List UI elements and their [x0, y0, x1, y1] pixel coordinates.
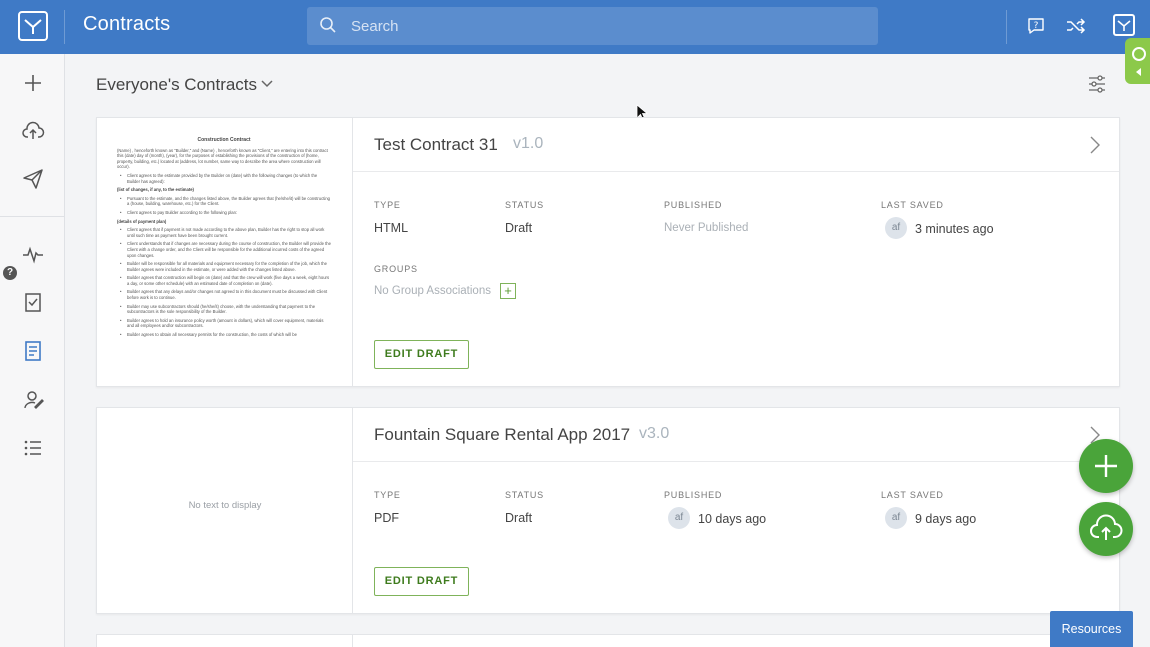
- cloud-upload-icon[interactable]: [21, 119, 45, 143]
- resources-button[interactable]: Resources: [1050, 611, 1133, 647]
- cloud-upload-icon: [1090, 514, 1123, 540]
- contracts-filter-dropdown[interactable]: Everyone's Contracts: [96, 75, 257, 95]
- document-icon[interactable]: [21, 339, 45, 363]
- contract-card: Construction Contract (Name) , hencefort…: [96, 117, 1120, 387]
- plus-icon: [1095, 455, 1117, 477]
- published-value: Never Published: [664, 222, 749, 234]
- last-saved-label: LAST SAVED: [881, 490, 944, 500]
- add-group-button[interactable]: +: [500, 283, 516, 299]
- paper-plane-icon[interactable]: [21, 167, 45, 191]
- divider: [64, 10, 65, 44]
- contract-version: v1.0: [513, 135, 544, 152]
- edit-draft-button[interactable]: EDIT DRAFT: [374, 567, 469, 596]
- preview-bullet: Client agrees to the estimate provided b…: [117, 173, 331, 184]
- search-icon: [320, 17, 336, 33]
- edit-draft-button[interactable]: EDIT DRAFT: [374, 340, 469, 369]
- last-saved-label: LAST SAVED: [881, 200, 944, 210]
- checklist-icon[interactable]: [21, 290, 45, 314]
- left-rail: ?: [0, 54, 65, 647]
- document-preview[interactable]: Construction Contract (Name) , hencefort…: [97, 118, 353, 386]
- preview-bullet: Builder agrees to obtain all necessary p…: [117, 332, 331, 338]
- card-header[interactable]: Fountain Square Rental App 2017 v3.0: [353, 408, 1119, 462]
- filter-settings-icon[interactable]: [1087, 74, 1107, 94]
- last-saved-value: 3 minutes ago: [915, 222, 994, 236]
- contract-name[interactable]: Fountain Square Rental App 2017: [374, 425, 630, 445]
- published-label: PUBLISHED: [664, 490, 723, 500]
- avatar: af: [668, 507, 690, 529]
- logo-icon[interactable]: [18, 11, 48, 41]
- type-label: TYPE: [374, 490, 401, 500]
- extension-tab[interactable]: [1125, 38, 1150, 84]
- status-label: STATUS: [505, 490, 544, 500]
- status-label: STATUS: [505, 200, 544, 210]
- create-contract-button[interactable]: [1079, 439, 1133, 493]
- groups-value: No Group Associations: [374, 285, 491, 297]
- search-bar[interactable]: [307, 7, 878, 45]
- status-value: Draft: [505, 221, 533, 235]
- help-icon[interactable]: ?: [1026, 16, 1046, 36]
- contract-name[interactable]: Test Contract 31: [374, 135, 498, 155]
- shuffle-icon[interactable]: [1065, 16, 1087, 36]
- last-saved-value: 9 days ago: [915, 512, 977, 526]
- document-preview[interactable]: No text to display: [97, 408, 353, 613]
- chevron-down-icon[interactable]: [260, 79, 274, 89]
- plus-icon[interactable]: [21, 71, 45, 95]
- preview-text: Construction Contract (Name) , hencefort…: [117, 137, 331, 341]
- preview-heading: (details of payment plan): [117, 218, 167, 224]
- avatar: af: [885, 217, 907, 239]
- preview-bullet: Client agrees to pay Builder according t…: [117, 210, 331, 216]
- divider: [0, 216, 64, 217]
- status-value: Draft: [505, 511, 533, 525]
- published-value: 10 days ago: [698, 512, 767, 526]
- preview-bullet: Builder agrees that construction will be…: [117, 275, 331, 286]
- preview-bullet: Client agrees that if payment is not mad…: [117, 227, 331, 238]
- apps-icon[interactable]: [1113, 14, 1135, 36]
- groups-label: GROUPS: [374, 264, 418, 274]
- top-bar: Contracts ?: [0, 0, 1150, 54]
- preview-empty-text: No text to display: [188, 500, 262, 511]
- contract-card: [96, 634, 1120, 647]
- svg-text:?: ?: [1034, 21, 1039, 31]
- contract-version: v3.0: [639, 425, 670, 442]
- card-header[interactable]: Test Contract 31 v1.0: [353, 118, 1119, 172]
- published-label: PUBLISHED: [664, 200, 723, 210]
- contract-card: No text to display Fountain Square Renta…: [96, 407, 1120, 614]
- user-sign-icon[interactable]: [21, 388, 45, 412]
- search-input[interactable]: [351, 7, 861, 45]
- type-value: HTML: [374, 221, 409, 235]
- preview-bullet: Builder may use subcontractors should (h…: [117, 304, 331, 315]
- preview-paragraph: (Name) , henceforth known as "Builder," …: [117, 147, 328, 170]
- pulse-icon[interactable]: [21, 242, 45, 266]
- preview-bullet: Builder agrees to hold an insurance poli…: [117, 318, 331, 329]
- upload-contract-button[interactable]: [1079, 502, 1133, 556]
- list-icon[interactable]: [21, 436, 45, 460]
- divider: [1006, 10, 1007, 44]
- avatar: af: [885, 507, 907, 529]
- page-title: Contracts: [83, 13, 171, 35]
- preview-bullet: Builder will be responsible for all mate…: [117, 261, 331, 272]
- preview-bullet: Pursuant to the estimate, and the change…: [117, 196, 331, 207]
- type-label: TYPE: [374, 200, 401, 210]
- preview-title: Construction Contract: [197, 137, 251, 143]
- type-value: PDF: [374, 511, 399, 525]
- preview-bullet: Client understands that if changes are n…: [117, 241, 331, 258]
- preview-heading: (list of changes, if any, to the estimat…: [117, 187, 194, 193]
- preview-bullet: Builder agrees that any delays and/or ch…: [117, 289, 331, 300]
- help-badge[interactable]: ?: [3, 266, 17, 280]
- chevron-right-icon[interactable]: [1089, 135, 1101, 155]
